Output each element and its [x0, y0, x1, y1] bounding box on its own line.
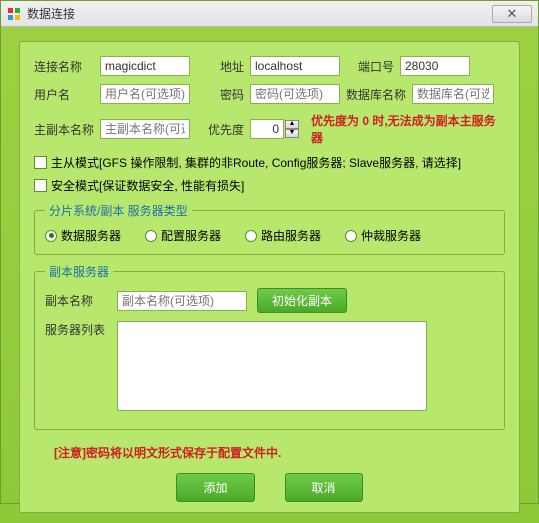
dialog-body: 连接名称 地址 端口号 用户名 密码 数据库名称 主副本名称 优先度 — [1, 27, 538, 523]
replica-name-input[interactable] — [100, 119, 190, 139]
dbname-label: 数据库名称 — [346, 86, 406, 103]
radio-config-server[interactable]: 配置服务器 — [145, 227, 221, 244]
address-input[interactable] — [250, 56, 340, 76]
username-label: 用户名 — [34, 86, 94, 103]
radio-label: 数据服务器 — [61, 227, 121, 244]
app-icon — [7, 7, 21, 21]
radio-route-server[interactable]: 路由服务器 — [245, 227, 321, 244]
server-list-label: 服务器列表 — [45, 321, 107, 338]
replica-name-label: 主副本名称 — [34, 121, 94, 138]
username-input[interactable] — [100, 84, 190, 104]
dialog-window: 数据连接 ✕ 连接名称 地址 端口号 用户名 密码 数据库名称 主副本名 — [0, 0, 539, 504]
shard-type-group: 分片系统/副本 服务器类型 数据服务器 配置服务器 路由服务器 — [34, 202, 505, 255]
main-panel: 连接名称 地址 端口号 用户名 密码 数据库名称 主副本名称 优先度 — [19, 41, 520, 513]
radio-label: 路由服务器 — [261, 227, 321, 244]
shard-type-legend: 分片系统/副本 服务器类型 — [45, 202, 192, 219]
close-button[interactable]: ✕ — [492, 5, 532, 23]
password-warning-note: [注意]密码将以明文形式保存于配置文件中. — [54, 444, 505, 461]
replica-sub-name-label: 副本名称 — [45, 292, 107, 309]
add-button[interactable]: 添加 — [176, 473, 254, 502]
password-label: 密码 — [196, 86, 244, 103]
port-input[interactable] — [400, 56, 470, 76]
priority-warning: 优先度为 0 时,无法成为副本主服务器 — [311, 112, 505, 146]
connection-name-input[interactable] — [100, 56, 190, 76]
priority-up-icon[interactable]: ▲ — [285, 120, 299, 129]
title-bar: 数据连接 ✕ — [1, 1, 538, 27]
init-replica-button[interactable]: 初始化副本 — [257, 288, 347, 313]
priority-stepper[interactable]: ▲ ▼ — [250, 119, 299, 139]
connection-name-label: 连接名称 — [34, 58, 94, 75]
cancel-button[interactable]: 取消 — [285, 473, 363, 502]
safe-mode-label: 安全模式[保证数据安全, 性能有损失] — [51, 177, 244, 194]
replica-sub-name-input[interactable] — [117, 291, 247, 311]
radio-label: 配置服务器 — [161, 227, 221, 244]
dbname-input[interactable] — [412, 84, 494, 104]
window-title: 数据连接 — [27, 5, 492, 22]
port-label: 端口号 — [346, 58, 394, 75]
password-input[interactable] — [250, 84, 340, 104]
priority-label: 优先度 — [196, 121, 244, 138]
server-list-textarea[interactable] — [117, 321, 427, 411]
priority-input[interactable] — [250, 119, 284, 139]
replica-server-legend: 副本服务器 — [45, 263, 113, 280]
master-slave-checkbox[interactable] — [34, 156, 47, 169]
address-label: 地址 — [196, 58, 244, 75]
replica-server-group: 副本服务器 副本名称 初始化副本 服务器列表 — [34, 263, 505, 430]
safe-mode-checkbox[interactable] — [34, 179, 47, 192]
radio-data-server[interactable]: 数据服务器 — [45, 227, 121, 244]
radio-arbiter-server[interactable]: 仲裁服务器 — [345, 227, 421, 244]
footer-buttons: 添加 取消 — [34, 473, 505, 502]
priority-down-icon[interactable]: ▼ — [285, 129, 299, 138]
master-slave-label: 主从模式[GFS 操作限制, 集群的非Route, Config服务器; Sla… — [51, 154, 461, 171]
radio-label: 仲裁服务器 — [361, 227, 421, 244]
